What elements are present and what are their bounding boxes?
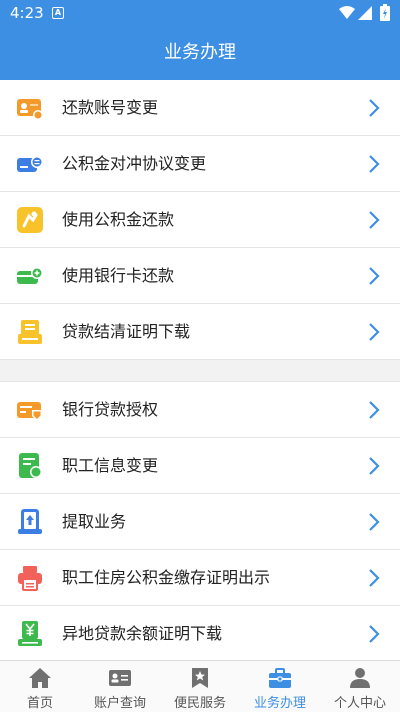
signal-icon (358, 6, 372, 20)
tab-account-query[interactable]: 账户查询 (80, 661, 160, 712)
wifi-icon (339, 6, 355, 19)
bookmark-star-icon (192, 668, 208, 688)
chevron-right-icon (369, 267, 380, 285)
printer-icon (18, 566, 42, 591)
offset-card-icon (17, 156, 43, 172)
list-item-label: 职工信息变更 (62, 456, 159, 475)
notification-icon: A (52, 7, 64, 19)
section-divider (0, 360, 400, 382)
tab-label: 便民服务 (173, 696, 226, 711)
list-item-staff-info-change[interactable]: 职工信息变更 (0, 438, 400, 494)
list-item-deposit-certificate[interactable]: 职工住房公积金缴存证明出示 (0, 550, 400, 606)
account-card-icon (17, 99, 43, 120)
status-time: 4:23 (10, 4, 44, 22)
list-item-use-bank-card-repay[interactable]: 使用银行卡还款 (0, 248, 400, 304)
chevron-right-icon (369, 401, 380, 419)
list-item-remote-loan-balance-certificate[interactable]: 异地贷款余额证明下载 (0, 606, 400, 662)
chevron-right-icon (369, 155, 380, 173)
tab-convenience-service[interactable]: 便民服务 (160, 661, 240, 712)
certificate-icon (18, 320, 42, 344)
status-bar: 4:23 A (0, 0, 400, 26)
list-item-withdraw-business[interactable]: 提取业务 (0, 494, 400, 550)
tab-business-handling[interactable]: 业务办理 (240, 661, 320, 712)
tab-personal-center[interactable]: 个人中心 (320, 661, 400, 712)
yuan-download-icon (18, 621, 42, 646)
list-item-label: 异地贷款余额证明下载 (62, 624, 223, 643)
person-icon (350, 668, 370, 688)
tab-label: 首页 (26, 696, 53, 711)
list-item-offset-agreement-change[interactable]: 公积金对冲协议变更 (0, 136, 400, 192)
bank-card-icon (17, 267, 43, 284)
staff-info-icon (19, 453, 42, 478)
battery-icon (380, 4, 390, 21)
chevron-right-icon (369, 99, 380, 117)
list-item-label: 提取业务 (62, 512, 127, 531)
chevron-right-icon (369, 625, 380, 643)
list-item-label: 使用银行卡还款 (62, 266, 175, 285)
list-item-label: 使用公积金还款 (62, 210, 175, 229)
list-item-label: 贷款结清证明下载 (62, 322, 191, 341)
home-icon (29, 668, 51, 688)
chevron-right-icon (369, 457, 380, 475)
list-item-bank-loan-authorization[interactable]: 银行贷款授权 (0, 382, 400, 438)
authorization-icon (17, 402, 42, 421)
list-item-label: 银行贷款授权 (62, 400, 159, 419)
list-item-label: 公积金对冲协议变更 (62, 154, 207, 173)
chevron-right-icon (369, 323, 380, 341)
id-card-icon (109, 670, 131, 686)
tab-label: 业务办理 (253, 696, 306, 711)
tab-label: 个人中心 (333, 696, 386, 711)
list-item-label: 还款账号变更 (62, 98, 159, 117)
chevron-right-icon (369, 513, 380, 531)
tab-home[interactable]: 首页 (0, 661, 80, 712)
page-title: 业务办理 (164, 42, 236, 63)
briefcase-icon (269, 668, 291, 688)
list-item-repay-account-change[interactable]: 还款账号变更 (0, 80, 400, 136)
chevron-right-icon (369, 211, 380, 229)
withdraw-icon (18, 509, 42, 534)
list-item-label: 职工住房公积金缴存证明出示 (62, 568, 271, 587)
list-item-use-fund-repay[interactable]: 使用公积金还款 (0, 192, 400, 248)
hand-coin-icon (17, 207, 43, 233)
bottom-tab-bar: 首页 账户查询 便民服务 业务办理 个人中心 (0, 660, 400, 712)
list-item-loan-settlement-certificate[interactable]: 贷款结清证明下载 (0, 304, 400, 360)
tab-label: 账户查询 (93, 696, 146, 711)
chevron-right-icon (369, 569, 380, 587)
business-list: 还款账号变更 公积金对冲协议变更 使用公积金还款 使用银行卡还款 贷款结清证明下… (0, 80, 400, 662)
app-header: 业务办理 (0, 26, 400, 80)
